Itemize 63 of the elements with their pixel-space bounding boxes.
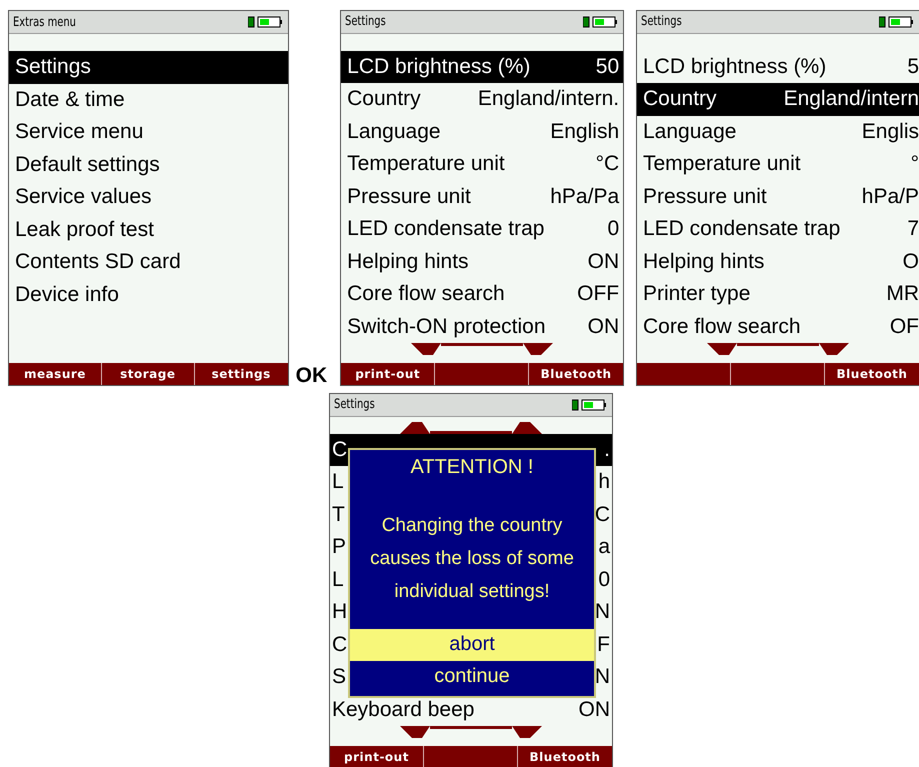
item-value: N bbox=[594, 600, 610, 624]
item-value: 5 bbox=[907, 54, 919, 79]
item-value: hPa/P bbox=[862, 184, 919, 209]
screen-title: Settings bbox=[641, 14, 682, 30]
item-label: Leak proof test bbox=[15, 218, 154, 242]
item-label: Switch-ON protection bbox=[347, 314, 546, 339]
item-value: England/intern. bbox=[478, 87, 620, 112]
item-label: Date & time bbox=[15, 88, 125, 112]
item-value: 0 bbox=[607, 217, 620, 242]
item-value: a bbox=[598, 535, 610, 560]
item-label: LED condensate trap bbox=[643, 217, 840, 242]
item-value: °C bbox=[596, 152, 620, 176]
item-label: P bbox=[332, 535, 346, 560]
item-label: LCD brightness (%) bbox=[643, 54, 826, 79]
item-label: Pressure unit bbox=[643, 184, 767, 209]
item-value: ON bbox=[588, 314, 620, 339]
item-label: L bbox=[332, 568, 344, 592]
item-value: h bbox=[598, 470, 610, 494]
item-label: Temperature unit bbox=[643, 152, 801, 176]
item-label: Core flow search bbox=[643, 314, 801, 339]
dialog-title: ATTENTION ! bbox=[410, 456, 534, 479]
item-label: Helping hints bbox=[347, 250, 469, 274]
item-value: ° bbox=[910, 152, 919, 176]
screen-title: Settings bbox=[334, 397, 375, 412]
item-value: England/intern bbox=[784, 87, 919, 112]
item-label: Service values bbox=[15, 185, 152, 210]
item-value: ON bbox=[588, 250, 620, 274]
item-label: Printer type bbox=[643, 282, 750, 306]
screen-title: Extras menu bbox=[13, 14, 76, 30]
item-value: OF bbox=[890, 314, 919, 339]
item-value: 0 bbox=[598, 568, 610, 592]
screen-title: Settings bbox=[345, 14, 386, 30]
item-value: English bbox=[550, 120, 620, 144]
item-value: O bbox=[902, 250, 919, 274]
item-label: Language bbox=[643, 120, 736, 144]
item-value: 50 bbox=[596, 54, 620, 79]
item-label: Keyboard beep bbox=[332, 698, 474, 722]
item-label: Pressure unit bbox=[347, 184, 471, 209]
item-label: L bbox=[332, 470, 344, 494]
item-value: OFF bbox=[577, 282, 620, 306]
item-label: C bbox=[332, 438, 348, 462]
item-label: Country bbox=[643, 87, 717, 112]
dialog-message: Changing the country causes the loss of some individual settings! bbox=[369, 514, 575, 604]
item-label: Device info bbox=[15, 282, 119, 307]
item-label: Temperature unit bbox=[347, 152, 505, 176]
item-value: . bbox=[604, 438, 610, 462]
item-label: Core flow search bbox=[347, 282, 505, 306]
item-label: LED condensate trap bbox=[347, 217, 544, 242]
item-label: Helping hints bbox=[643, 250, 764, 274]
item-label: Language bbox=[347, 120, 441, 144]
item-value: ON bbox=[578, 698, 610, 722]
item-value: 7 bbox=[907, 217, 919, 242]
item-label: Settings bbox=[15, 55, 91, 80]
item-label: LCD brightness (%) bbox=[347, 54, 530, 79]
item-label: H bbox=[332, 600, 348, 624]
item-value: hPa/Pa bbox=[550, 184, 620, 209]
item-label: Service menu bbox=[15, 120, 144, 144]
item-label: Country bbox=[347, 87, 421, 112]
item-value: MR bbox=[886, 282, 919, 306]
item-label: Default settings bbox=[15, 152, 160, 177]
item-label: Contents SD card bbox=[15, 250, 181, 274]
item-value: Englis bbox=[862, 120, 919, 144]
ok-label: OK bbox=[296, 365, 328, 386]
